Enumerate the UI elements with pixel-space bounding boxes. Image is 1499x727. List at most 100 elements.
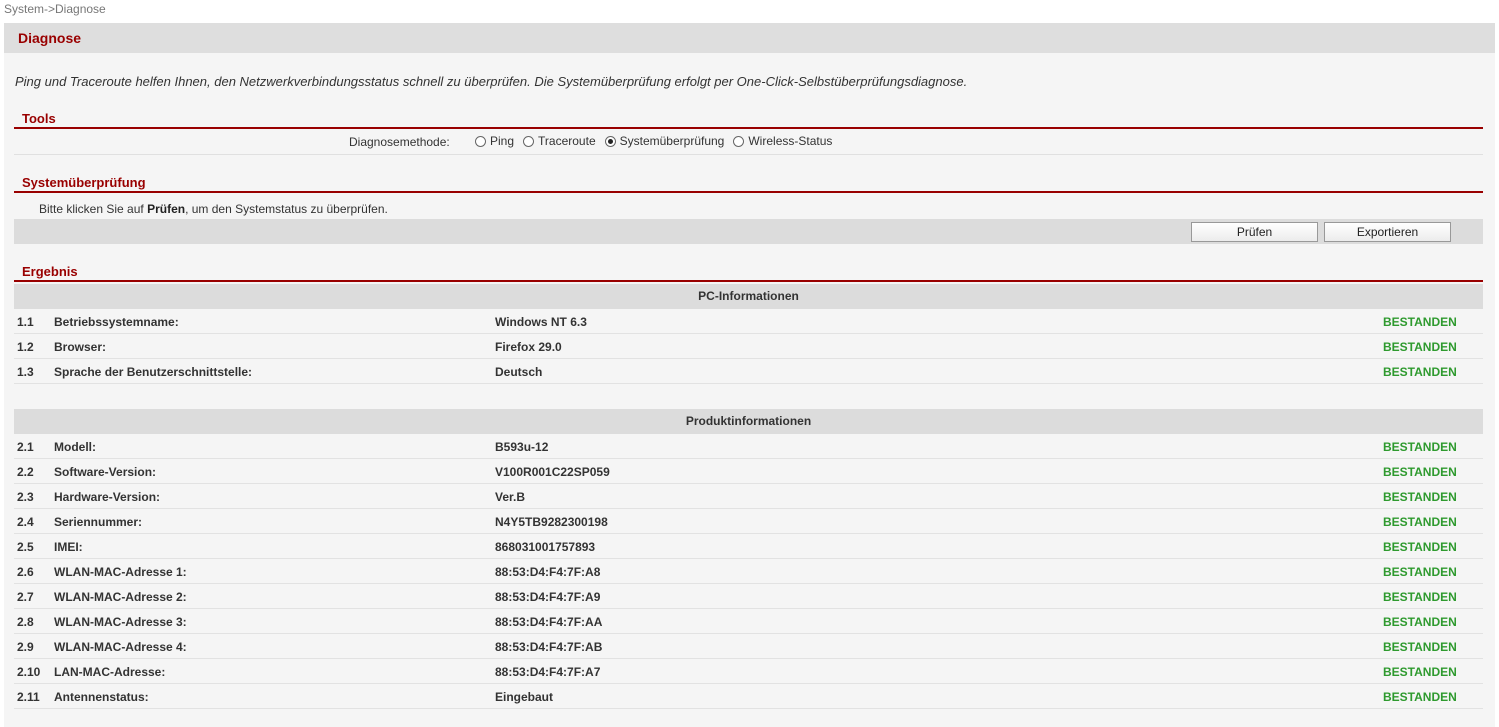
status-badge: BESTANDEN <box>1383 615 1457 629</box>
row-number: 1.2 <box>17 340 34 354</box>
instruction-bold: Prüfen <box>147 202 186 216</box>
row-label: Hardware-Version: <box>54 490 161 504</box>
radio-traceroute-label: Traceroute <box>538 134 596 148</box>
row-value: Eingebaut <box>495 690 554 704</box>
table-row: 1.1 Betriebssystemname: Windows NT 6.3 BEST… <box>14 309 1483 334</box>
row-value: Windows NT 6.3 <box>495 315 587 329</box>
radio-system-check-indicator[interactable] <box>604 135 616 147</box>
pc-info-rows: 1.1 Betriebssystemname: Windows NT 6.3 BEST… <box>14 309 1483 384</box>
table-row: 2.9 WLAN-MAC-Adresse 4: 88:53:D4:F4:7F:AB B… <box>14 634 1483 659</box>
row-label: LAN-MAC-Adresse: <box>54 665 166 679</box>
radio-traceroute[interactable]: Traceroute <box>523 134 596 148</box>
table-row: 1.2 Browser: Firefox 29.0 BESTANDEN <box>14 334 1483 359</box>
row-number: 2.11 <box>17 690 40 704</box>
button-bar: Prüfen Exportieren <box>14 219 1483 244</box>
product-info-heading: Produktinformationen <box>14 409 1483 434</box>
row-value: N4Y5TB9282300198 <box>495 515 608 529</box>
page-title: Diagnose <box>18 30 82 46</box>
row-label: IMEI: <box>54 540 83 554</box>
radio-ping-indicator[interactable] <box>475 135 486 147</box>
breadcrumb: System->Diagnose <box>4 2 106 16</box>
radio-ping[interactable]: Ping <box>475 134 514 148</box>
row-number: 2.9 <box>17 640 34 654</box>
row-value: V100R001C22SP059 <box>495 465 610 479</box>
row-number: 2.5 <box>17 540 34 554</box>
radio-ping-label: Ping <box>490 134 515 148</box>
instruction-prefix: Bitte klicken Sie auf <box>39 202 148 216</box>
row-label: Antennenstatus: <box>54 690 149 704</box>
row-label: WLAN-MAC-Adresse 2: <box>54 590 187 604</box>
row-label: WLAN-MAC-Adresse 4: <box>54 640 187 654</box>
table-row: 2.8 WLAN-MAC-Adresse 3: 88:53:D4:F4:7F:AA B… <box>14 609 1483 634</box>
radio-wireless-status-label: Wireless-Status <box>748 134 833 148</box>
radio-system-check[interactable]: Systemüberprüfung <box>604 134 724 148</box>
pc-info-table: PC-Informationen 1.1 Betriebssystemname: W… <box>14 284 1483 384</box>
row-value: 88:53:D4:F4:7F:A9 <box>495 590 601 604</box>
status-badge: BESTANDEN <box>1383 590 1457 604</box>
diagnose-method-label: Diagnosemethode: <box>349 135 450 149</box>
row-number: 2.3 <box>17 490 34 504</box>
radio-wireless-status-indicator[interactable] <box>733 135 745 147</box>
row-value: 88:53:D4:F4:7F:A7 <box>495 665 601 679</box>
status-badge: BESTANDEN <box>1383 440 1457 454</box>
row-value: Deutsch <box>495 365 543 379</box>
table-row: 2.7 WLAN-MAC-Adresse 2: 88:53:D4:F4:7F:A9 B… <box>14 584 1483 609</box>
panel-header: Diagnose <box>4 23 1495 53</box>
table-row: 2.11 Antennenstatus: Eingebaut BESTANDEN <box>14 684 1483 709</box>
row-label: Browser: <box>54 340 107 354</box>
export-button[interactable]: Exportieren <box>1324 222 1451 242</box>
status-badge: BESTANDEN <box>1383 365 1457 379</box>
row-number: 1.1 <box>17 315 34 329</box>
row-label: Modell: <box>54 440 96 454</box>
table-row: 2.10 LAN-MAC-Adresse: 88:53:D4:F4:7F:A7 BES… <box>14 659 1483 684</box>
status-badge: BESTANDEN <box>1383 315 1457 329</box>
table-row: 2.3 Hardware-Version: Ver.B BESTANDEN <box>14 484 1483 509</box>
row-number: 1.3 <box>17 365 34 379</box>
product-info-rows: 2.1 Modell: B593u-12 BESTANDEN 2.2 Software-V… <box>14 434 1483 709</box>
status-badge: BESTANDEN <box>1383 690 1457 704</box>
row-number: 2.2 <box>17 465 34 479</box>
diagnose-panel: Diagnose Ping und Traceroute helfen Ihne… <box>4 23 1495 727</box>
row-number: 2.6 <box>17 565 34 579</box>
row-number: 2.10 <box>17 665 41 679</box>
status-badge: BESTANDEN <box>1383 340 1457 354</box>
row-label: Software-Version: <box>54 465 157 479</box>
status-badge: BESTANDEN <box>1383 565 1457 579</box>
row-number: 2.8 <box>17 615 34 629</box>
result-section-title: Ergebnis <box>14 264 1483 282</box>
row-label: Sprache der Benutzerschnittstelle: <box>54 365 253 379</box>
row-label: Betriebssystemname: <box>54 315 179 329</box>
table-row: 2.1 Modell: B593u-12 BESTANDEN <box>14 434 1483 459</box>
table-row: 1.3 Sprache der Benutzerschnittstelle: Deu… <box>14 359 1483 384</box>
intro-text: Ping und Traceroute helfen Ihnen, den Ne… <box>15 74 968 89</box>
row-label: WLAN-MAC-Adresse 3: <box>54 615 187 629</box>
row-value: 88:53:D4:F4:7F:AA <box>495 615 603 629</box>
status-badge: BESTANDEN <box>1383 640 1457 654</box>
table-row: 2.5 IMEI: 868031001757893 BESTANDEN <box>14 534 1483 559</box>
row-value: 88:53:D4:F4:7F:A8 <box>495 565 601 579</box>
status-badge: BESTANDEN <box>1383 515 1457 529</box>
diagnose-method-radio-group: Ping Traceroute Systemüberprüfung Wirele… <box>475 134 841 148</box>
check-instruction: Bitte klicken Sie auf Prüfen, um den Sys… <box>39 202 388 216</box>
radio-wireless-status[interactable]: Wireless-Status <box>733 134 832 148</box>
pc-info-heading: PC-Informationen <box>14 284 1483 309</box>
tools-section-title: Tools <box>14 111 1483 129</box>
table-row: 2.4 Seriennummer: N4Y5TB9282300198 BESTANDE… <box>14 509 1483 534</box>
check-button[interactable]: Prüfen <box>1191 222 1318 242</box>
row-label: Seriennummer: <box>54 515 143 529</box>
row-value: Firefox 29.0 <box>495 340 562 354</box>
row-label: WLAN-MAC-Adresse 1: <box>54 565 187 579</box>
row-value: B593u-12 <box>495 440 549 454</box>
row-value: 88:53:D4:F4:7F:AB <box>495 640 603 654</box>
row-number: 2.4 <box>17 515 34 529</box>
table-row: 2.2 Software-Version: V100R001C22SP059 BEST… <box>14 459 1483 484</box>
table-row: 2.6 WLAN-MAC-Adresse 1: 88:53:D4:F4:7F:A8 B… <box>14 559 1483 584</box>
diagnose-method-row: Diagnosemethode: Ping Traceroute Systemü… <box>14 132 1483 155</box>
row-value: Ver.B <box>495 490 526 504</box>
instruction-suffix: , um den Systemstatus zu überprüfen. <box>185 202 388 216</box>
system-check-section-title: Systemüberprüfung <box>14 175 1483 193</box>
status-badge: BESTANDEN <box>1383 490 1457 504</box>
status-badge: BESTANDEN <box>1383 465 1457 479</box>
radio-traceroute-indicator[interactable] <box>523 135 535 147</box>
status-badge: BESTANDEN <box>1383 665 1457 679</box>
